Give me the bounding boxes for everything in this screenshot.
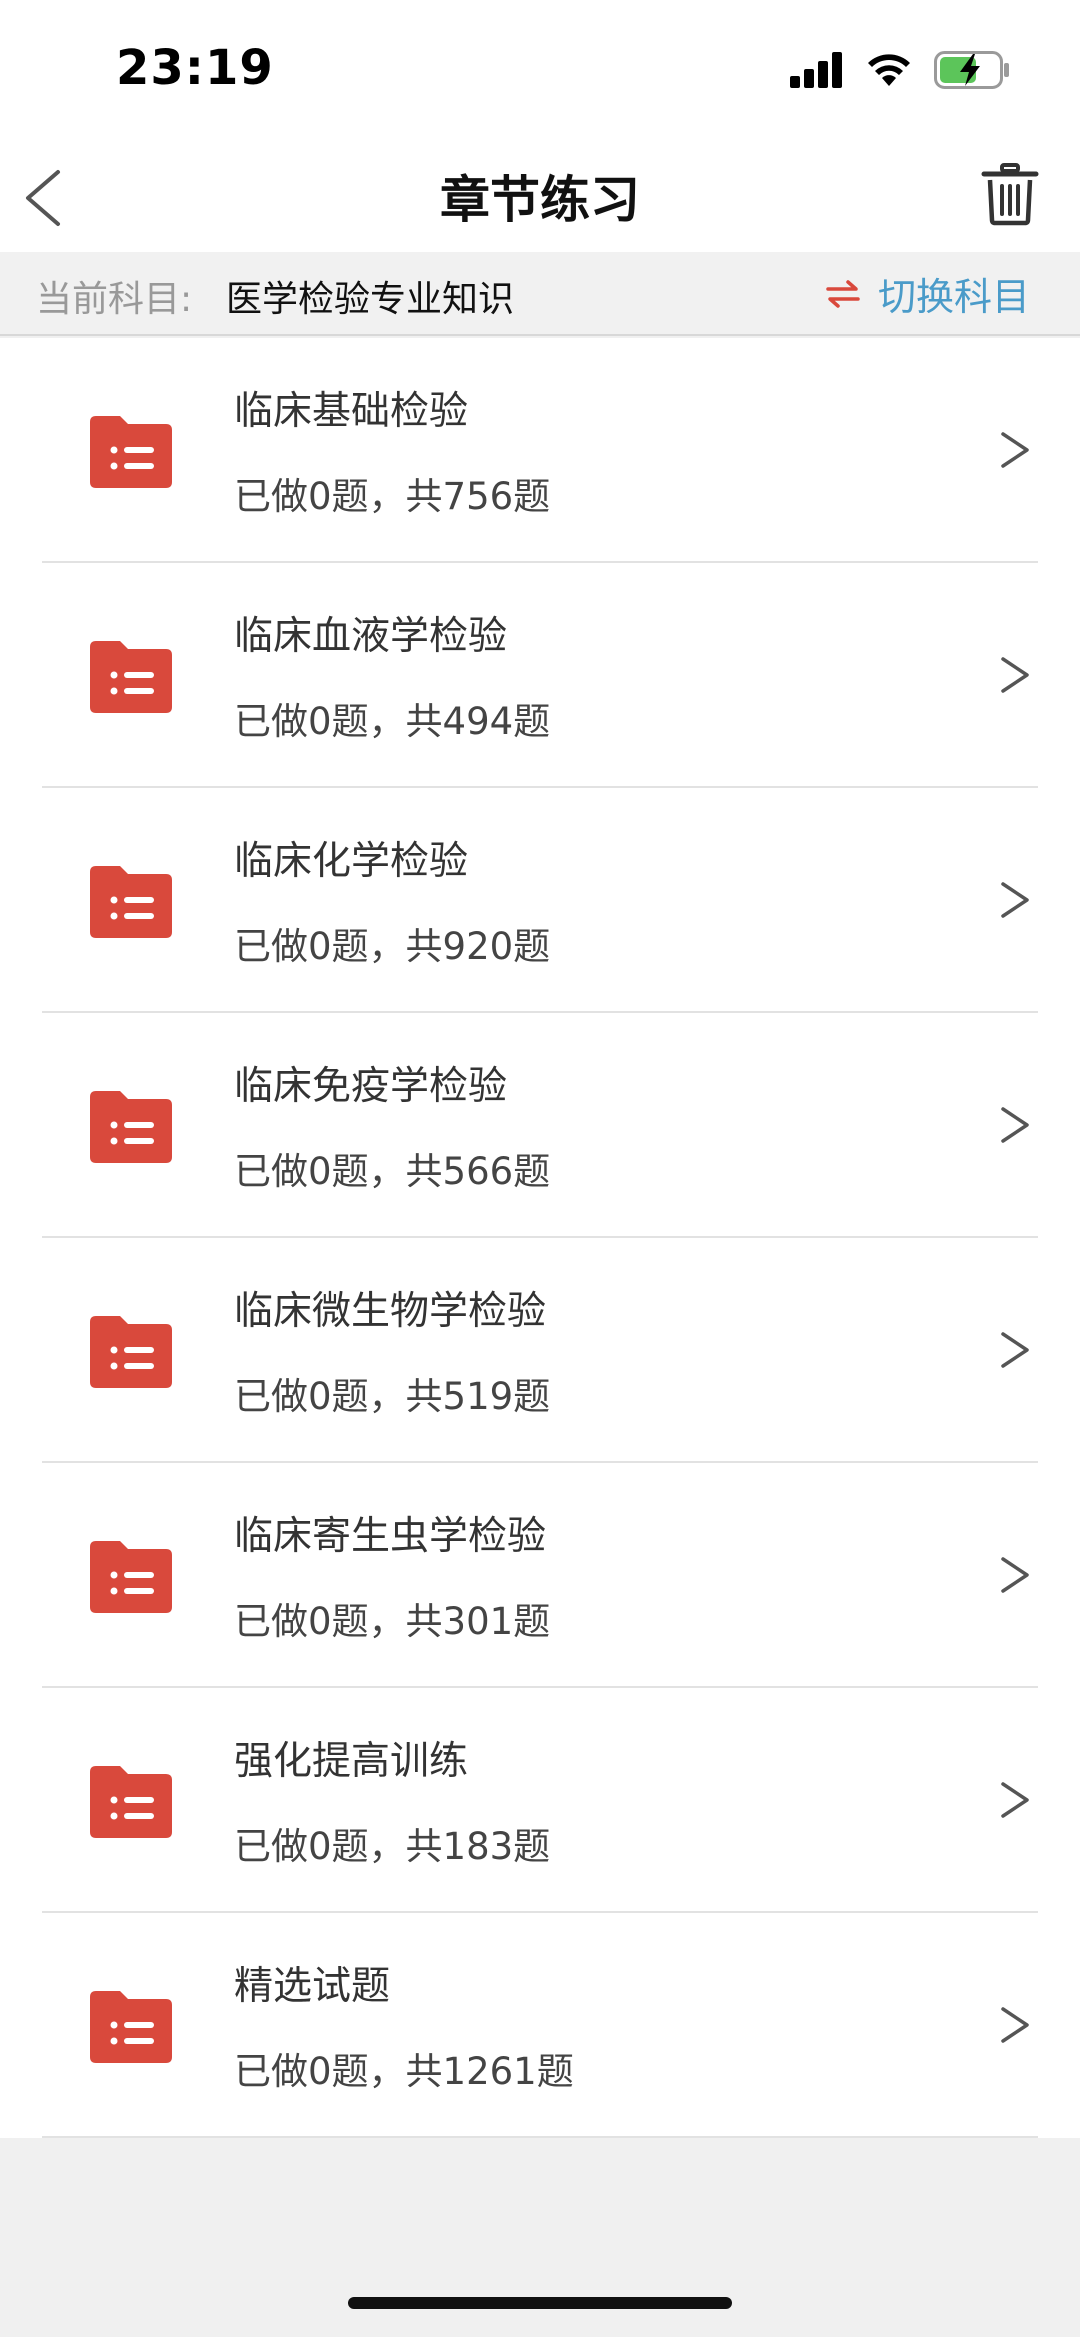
folder-list-icon [90,1766,172,1838]
chapter-progress: 已做0题，共301题 [234,1600,551,1643]
chapter-item[interactable]: 临床化学检验 已做0题，共920题 [0,788,1080,1013]
chapter-progress: 已做0题，共519题 [234,1375,551,1418]
chapter-progress: 已做0题，共566题 [234,1150,551,1193]
home-indicator [348,2297,732,2309]
chevron-right-icon [1001,432,1029,468]
chapter-item[interactable]: 临床免疫学检验 已做0题，共566题 [0,1013,1080,1238]
chevron-right-icon [1001,2007,1029,2043]
chevron-right-icon [1001,1107,1029,1143]
trash-icon[interactable] [980,162,1040,226]
chapter-item[interactable]: 精选试题 已做0题，共1261题 [0,1913,1080,2138]
folder-list-icon [90,1091,172,1163]
chapter-title: 强化提高训练 [234,1739,469,1784]
status-bar: 23:19 [0,0,1080,140]
chapter-item[interactable]: 临床微生物学检验 已做0题，共519题 [0,1238,1080,1463]
chevron-right-icon [1001,657,1029,693]
folder-list-icon [90,866,172,938]
chapter-item[interactable]: 临床寄生虫学检验 已做0题，共301题 [0,1463,1080,1688]
chapter-progress: 已做0题，共1261题 [234,2050,574,2093]
chapter-title: 临床化学检验 [234,839,469,884]
chapter-item[interactable]: 临床基础检验 已做0题，共756题 [0,338,1080,563]
chapter-progress: 已做0题，共183题 [234,1825,551,1868]
switch-subject-button[interactable]: 切换科目 [826,266,1030,321]
subject-value: 医学检验专业知识 [226,279,515,320]
chapter-item[interactable]: 临床血液学检验 已做0题，共494题 [0,563,1080,788]
folder-list-icon [90,1541,172,1613]
page-title: 章节练习 [440,171,640,229]
chevron-right-icon [1001,1557,1029,1593]
folder-list-icon [90,1316,172,1388]
switch-subject-label: 切换科目 [877,275,1030,319]
subject-label: 当前科目: [36,279,193,320]
folder-list-icon [90,416,172,488]
chapter-title: 临床微生物学检验 [234,1289,547,1334]
battery-charging-icon [934,51,1009,89]
folder-list-icon [90,1991,172,2063]
chapter-progress: 已做0题，共920题 [234,925,551,968]
chapter-title: 临床寄生虫学检验 [234,1514,547,1559]
chapter-progress: 已做0题，共756题 [234,475,551,518]
chevron-right-icon [1001,1332,1029,1368]
chevron-right-icon [1001,1782,1029,1818]
chapter-title: 精选试题 [234,1964,391,2009]
cellular-signal-icon [790,52,842,88]
chapter-title: 临床免疫学检验 [234,1064,508,1109]
chevron-right-icon [1001,882,1029,918]
status-time: 23:19 [116,40,274,96]
folder-list-icon [90,641,172,713]
wifi-icon [868,54,910,86]
chapter-list: 临床基础检验 已做0题，共756题 临床血液学检验 已做0题，共494题 临床化… [0,338,1080,2138]
nav-bar: 章节练习 [0,140,1080,252]
chapter-progress: 已做0题，共494题 [234,700,551,743]
chapter-title: 临床血液学检验 [234,614,508,659]
swap-arrows-icon [826,279,860,308]
status-icons [790,48,1010,92]
subject-bar: 当前科目: 医学检验专业知识 切换科目 [0,252,1080,336]
chapter-item[interactable]: 强化提高训练 已做0题，共183题 [0,1688,1080,1913]
chapter-title: 临床基础检验 [234,389,469,434]
